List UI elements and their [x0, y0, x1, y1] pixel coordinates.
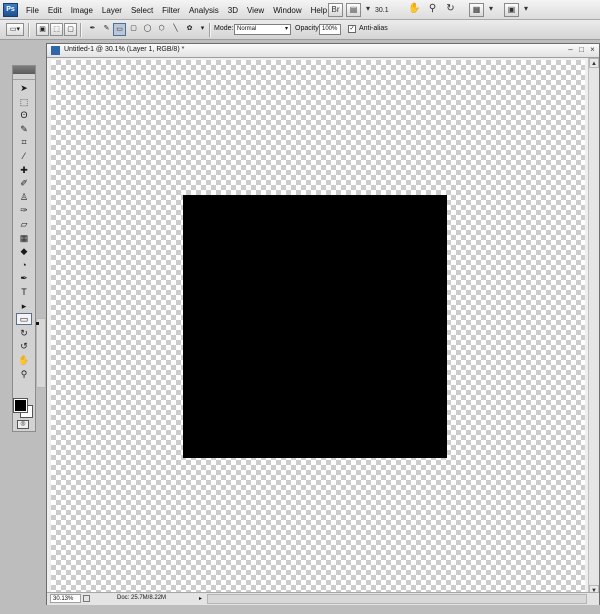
menu-edit[interactable]: Edit: [48, 6, 62, 15]
menu-layer[interactable]: Layer: [102, 6, 122, 15]
fill-pixels-icon[interactable]: ▢: [64, 23, 77, 36]
status-info-icon[interactable]: [83, 595, 90, 602]
separator: [209, 23, 211, 37]
quick-selection-tool-icon[interactable]: ✎: [16, 123, 32, 135]
separator: [28, 23, 30, 37]
menu-window[interactable]: Window: [273, 6, 301, 15]
rectangle-tool-icon[interactable]: ▭: [16, 313, 32, 326]
flyout-indicator-icon: [36, 322, 39, 325]
screen-mode-full-icon[interactable]: ▣: [504, 3, 519, 17]
tool-preset-icon[interactable]: ▭▾: [6, 23, 24, 36]
maximize-icon[interactable]: □: [577, 46, 586, 55]
path-selection-tool-icon[interactable]: ▸: [16, 300, 32, 312]
minimize-icon[interactable]: –: [566, 46, 575, 55]
tools-panel-grip[interactable]: [13, 74, 35, 80]
arrange-documents-icon[interactable]: ▦: [469, 3, 484, 17]
bridge-icon[interactable]: Br: [328, 3, 343, 17]
lasso-tool-icon[interactable]: ʘ: [16, 109, 32, 121]
dodge-tool-icon[interactable]: ◔: [16, 259, 32, 271]
screen-mode-icon[interactable]: ▤: [346, 3, 361, 17]
3d-rotate-tool-icon[interactable]: ↻: [16, 327, 32, 339]
opacity-input[interactable]: 100%: [319, 24, 341, 35]
options-bar: ▭▾ ▣ ⬚ ▢ ✒ ✎ ▭ ▢ ◯ ⬡ ╲ ✿ ▾ Mode: Normal ▾…: [0, 20, 600, 40]
rotate-view-icon[interactable]: ↻: [443, 3, 458, 17]
marquee-tool-icon[interactable]: ⬚: [16, 96, 32, 108]
opacity-value: 100%: [322, 26, 338, 32]
blur-tool-icon[interactable]: ◆: [16, 245, 32, 257]
paths-icon[interactable]: ⬚: [50, 23, 63, 36]
pen-tool-icon[interactable]: ✒: [16, 272, 32, 284]
close-icon[interactable]: ×: [588, 46, 597, 55]
brush-tool-icon[interactable]: ✐: [16, 177, 32, 189]
polygon-option-icon[interactable]: ⬡: [155, 23, 168, 36]
3d-orbit-tool-icon[interactable]: ↺: [16, 340, 32, 352]
mode-select[interactable]: Normal ▾: [234, 24, 291, 35]
crop-tool-icon[interactable]: ⌗: [16, 136, 32, 148]
vertical-scrollbar[interactable]: ▲ ▼: [588, 58, 599, 595]
pen-option-icon[interactable]: ✒: [86, 23, 99, 36]
arrange-dropdown-icon[interactable]: ▾: [487, 3, 495, 17]
chevron-down-icon: ▾: [284, 26, 288, 32]
status-menu-arrow-icon[interactable]: ▸: [199, 595, 202, 602]
line-option-icon[interactable]: ╲: [169, 23, 182, 36]
tool-flyout-strip: [36, 318, 46, 388]
horizontal-scrollbar[interactable]: [207, 594, 587, 604]
geometry-options-dropdown-icon[interactable]: ▾: [196, 23, 209, 36]
zoom-tool-icon[interactable]: ⚲: [16, 368, 32, 380]
tools-panel-header[interactable]: [13, 66, 35, 74]
zoom-level-field[interactable]: 30.13%: [50, 594, 81, 603]
antialias-checkbox[interactable]: ✓: [348, 25, 356, 33]
menu-image[interactable]: Image: [71, 6, 93, 15]
document-title: Untitled-1 @ 30.1% (Layer 1, RGB/8) *: [64, 46, 185, 53]
move-tool-icon[interactable]: ➤: [16, 82, 32, 94]
menu-3d[interactable]: 3D: [228, 6, 238, 15]
scroll-up-icon[interactable]: ▲: [589, 58, 599, 68]
menu-items: File Edit Image Layer Select Filter Analysis 3D…: [26, 0, 336, 20]
menu-view[interactable]: View: [247, 6, 264, 15]
eraser-tool-icon[interactable]: ▱: [16, 218, 32, 230]
tools-panel: ➤ ⬚ ʘ ✎ ⌗ ⁄ ✚ ✐ ♙ ✑ ▱ ▦ ◆ ◔ ✒ T ▸ ▭ ↻ ↺ ✋ ⚲: [12, 65, 36, 432]
photoshop-logo: Ps: [3, 3, 18, 17]
eyedropper-tool-icon[interactable]: ⁄: [16, 150, 32, 162]
menu-help[interactable]: Help: [311, 6, 327, 15]
menubar-controls: Br ▤ ▾ 30.1 ✋ ⚲ ↻ ▦ ▾ ▣ ▾: [328, 2, 533, 18]
clone-stamp-tool-icon[interactable]: ♙: [16, 191, 32, 203]
menu-select[interactable]: Select: [131, 6, 153, 15]
menu-filter[interactable]: Filter: [162, 6, 180, 15]
hand-tool-icon[interactable]: ✋: [16, 354, 32, 366]
rectangle-option-icon[interactable]: ▭: [113, 23, 126, 36]
foreground-color-swatch[interactable]: [13, 398, 28, 413]
canvas[interactable]: [51, 60, 585, 592]
menu-file[interactable]: File: [26, 6, 39, 15]
healing-brush-tool-icon[interactable]: ✚: [16, 164, 32, 176]
black-square-shape[interactable]: [183, 195, 447, 458]
zoom-icon[interactable]: ⚲: [425, 3, 440, 17]
opacity-label: Opacity:: [295, 25, 321, 32]
freeform-pen-option-icon[interactable]: ✎: [100, 23, 113, 36]
gradient-tool-icon[interactable]: ▦: [16, 232, 32, 244]
ellipse-option-icon[interactable]: ◯: [141, 23, 154, 36]
type-tool-icon[interactable]: T: [16, 286, 32, 298]
status-bar: 30.13% Doc: 25.7M/8.22M ▸: [47, 592, 599, 605]
quick-mask-icon[interactable]: ◎: [17, 420, 29, 429]
screen-mode-full-dropdown-icon[interactable]: ▾: [522, 3, 530, 17]
menu-bar: Ps File Edit Image Layer Select Filter Analysi…: [0, 0, 600, 20]
document-window: Untitled-1 @ 30.1% (Layer 1, RGB/8) * – …: [46, 43, 600, 605]
document-icon: [51, 46, 60, 55]
document-size-info: Doc: 25.7M/8.22M: [117, 595, 167, 601]
mode-value: Normal: [237, 26, 257, 32]
antialias-label: Anti-alias: [359, 25, 388, 32]
hand-icon[interactable]: ✋: [407, 3, 422, 17]
menu-analysis[interactable]: Analysis: [189, 6, 219, 15]
zoom-display[interactable]: 30.1: [375, 7, 407, 14]
document-tab[interactable]: Untitled-1 @ 30.1% (Layer 1, RGB/8) * – …: [47, 44, 599, 58]
rounded-rectangle-option-icon[interactable]: ▢: [127, 23, 140, 36]
shape-layers-icon[interactable]: ▣: [36, 23, 49, 36]
history-brush-tool-icon[interactable]: ✑: [16, 204, 32, 216]
custom-shape-option-icon[interactable]: ✿: [183, 23, 196, 36]
mode-label: Mode:: [214, 25, 234, 32]
screen-mode-dropdown-icon[interactable]: ▾: [364, 3, 372, 17]
separator: [80, 23, 82, 37]
